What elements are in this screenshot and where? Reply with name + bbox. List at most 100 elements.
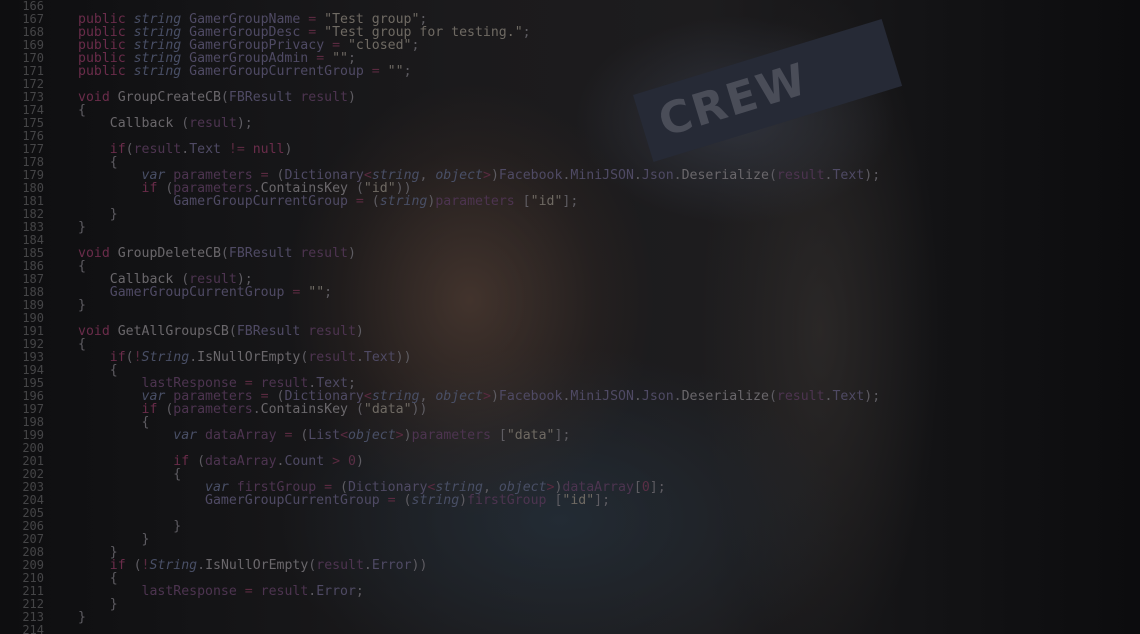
code-token: = — [292, 285, 309, 300]
code-token: result — [776, 168, 825, 183]
code-token: FBResult — [236, 324, 309, 339]
code-token: GroupCreateCB — [117, 90, 221, 105]
code-line[interactable]: lastResponse = result.Error; — [78, 585, 364, 598]
code-token: parameters — [435, 194, 523, 209]
code-token: public — [78, 64, 134, 79]
code-token: result — [316, 558, 364, 573]
code-line[interactable]: void GroupCreateCB(FBResult result) — [78, 91, 356, 104]
code-token: Text — [189, 142, 229, 157]
code-token: object — [435, 168, 483, 183]
code-token: FBResult — [228, 90, 301, 105]
code-token: String — [141, 350, 190, 365]
code-token: Text — [832, 168, 865, 183]
code-line[interactable]: var dataArray = (List<object>)parameters… — [78, 429, 570, 442]
code-token: var — [78, 428, 206, 443]
code-token: ]; — [562, 194, 579, 209]
code-token: ( — [768, 389, 777, 404]
code-token: Error — [371, 558, 412, 573]
code-line[interactable]: if (!String.IsNullOrEmpty(result.Error)) — [78, 558, 428, 573]
code-token: Json — [641, 389, 674, 404]
code-token: Text — [363, 350, 396, 365]
code-token: List — [308, 428, 341, 443]
code-line[interactable]: GamerGroupCurrentGroup = (string)paramet… — [78, 195, 578, 208]
code-token: firstGroup — [467, 493, 555, 508]
code-token: FBResult — [228, 246, 301, 261]
code-token: } — [78, 610, 86, 625]
code-token: > — [483, 389, 491, 404]
code-token: GamerGroupCurrentGroup — [189, 64, 372, 79]
code-token: ) — [403, 428, 412, 443]
code-token: Json — [641, 168, 674, 183]
code-token: = — [284, 428, 301, 443]
code-token: [ — [498, 428, 507, 443]
code-token: . — [181, 142, 190, 157]
code-line[interactable]: void GetAllGroupsCB(FBResult result) — [78, 325, 364, 338]
code-token: 0 — [641, 480, 650, 495]
code-line[interactable]: } — [78, 221, 86, 234]
code-editor[interactable]: CREW 166 167 168 169 170 171 172 173 174 175 176 17… — [0, 0, 1140, 634]
code-token: , — [419, 168, 436, 183]
code-token: GetAllGroupsCB — [117, 324, 229, 339]
code-token: result — [308, 324, 356, 339]
code-token: ; — [403, 64, 412, 79]
code-token: . — [252, 402, 261, 417]
code-token: ; — [324, 285, 333, 300]
code-token: Error — [316, 584, 356, 599]
code-token: ]; — [594, 493, 611, 508]
code-token: ( — [133, 558, 142, 573]
code-token: . — [197, 558, 206, 573]
code-token: "closed" — [347, 38, 412, 53]
code-token: "data" — [363, 402, 412, 417]
code-line[interactable]: void GroupDeleteCB(FBResult result) — [78, 247, 356, 260]
code-token: ( — [355, 402, 364, 417]
code-token: > — [395, 428, 404, 443]
code-token: GroupDeleteCB — [117, 246, 221, 261]
code-token: parameters — [173, 402, 253, 417]
code-token: "" — [387, 64, 404, 79]
code-token: GamerGroupCurrentGroup — [78, 493, 388, 508]
code-token: . — [633, 168, 642, 183]
code-line[interactable]: GamerGroupCurrentGroup = (string)firstGr… — [78, 494, 610, 507]
code-token: ( — [403, 493, 412, 508]
code-token: object — [348, 428, 396, 443]
code-token: )) — [395, 350, 412, 365]
code-token: ; — [355, 584, 364, 599]
code-token: Count — [284, 454, 333, 469]
code-token: ( — [220, 90, 229, 105]
code-line[interactable]: } — [78, 611, 86, 624]
code-token: ) — [355, 454, 364, 469]
code-area[interactable]: public string GamerGroupName = "Test gro… — [0, 0, 1140, 634]
code-line[interactable]: } — [78, 299, 86, 312]
code-token: Deserialize — [681, 168, 769, 183]
code-token: = — [371, 64, 388, 79]
code-token: string — [411, 493, 460, 508]
code-token: ) — [347, 90, 356, 105]
code-token: dataArray — [205, 428, 285, 443]
code-token: ( — [125, 350, 134, 365]
code-token: } — [78, 298, 86, 313]
code-token: ; — [411, 38, 420, 53]
code-token: ); — [864, 389, 881, 404]
code-line[interactable]: public string GamerGroupCurrentGroup = "… — [78, 65, 412, 78]
code-token: = — [387, 493, 404, 508]
code-token: ) — [459, 493, 468, 508]
code-token: object — [435, 389, 483, 404]
code-token: ]; — [554, 428, 571, 443]
code-token: ); — [236, 116, 253, 131]
code-token: parameters — [411, 428, 499, 443]
code-token: null — [252, 142, 285, 157]
code-token: > — [332, 454, 348, 469]
code-line[interactable]: GamerGroupCurrentGroup = ""; — [78, 286, 332, 299]
code-token: result — [776, 389, 825, 404]
code-token: result — [300, 246, 348, 261]
code-token: ( — [197, 454, 206, 469]
code-token: dataArray — [205, 454, 277, 469]
code-line[interactable]: Callback (result); — [78, 117, 253, 130]
code-token: ) — [284, 142, 293, 157]
code-token: "id" — [562, 493, 595, 508]
code-token: ) — [347, 246, 356, 261]
code-token: ) — [490, 168, 499, 183]
code-line[interactable]: if(!String.IsNullOrEmpty(result.Text)) — [78, 351, 412, 364]
code-token: ( — [371, 194, 380, 209]
code-token: ( — [181, 116, 190, 131]
